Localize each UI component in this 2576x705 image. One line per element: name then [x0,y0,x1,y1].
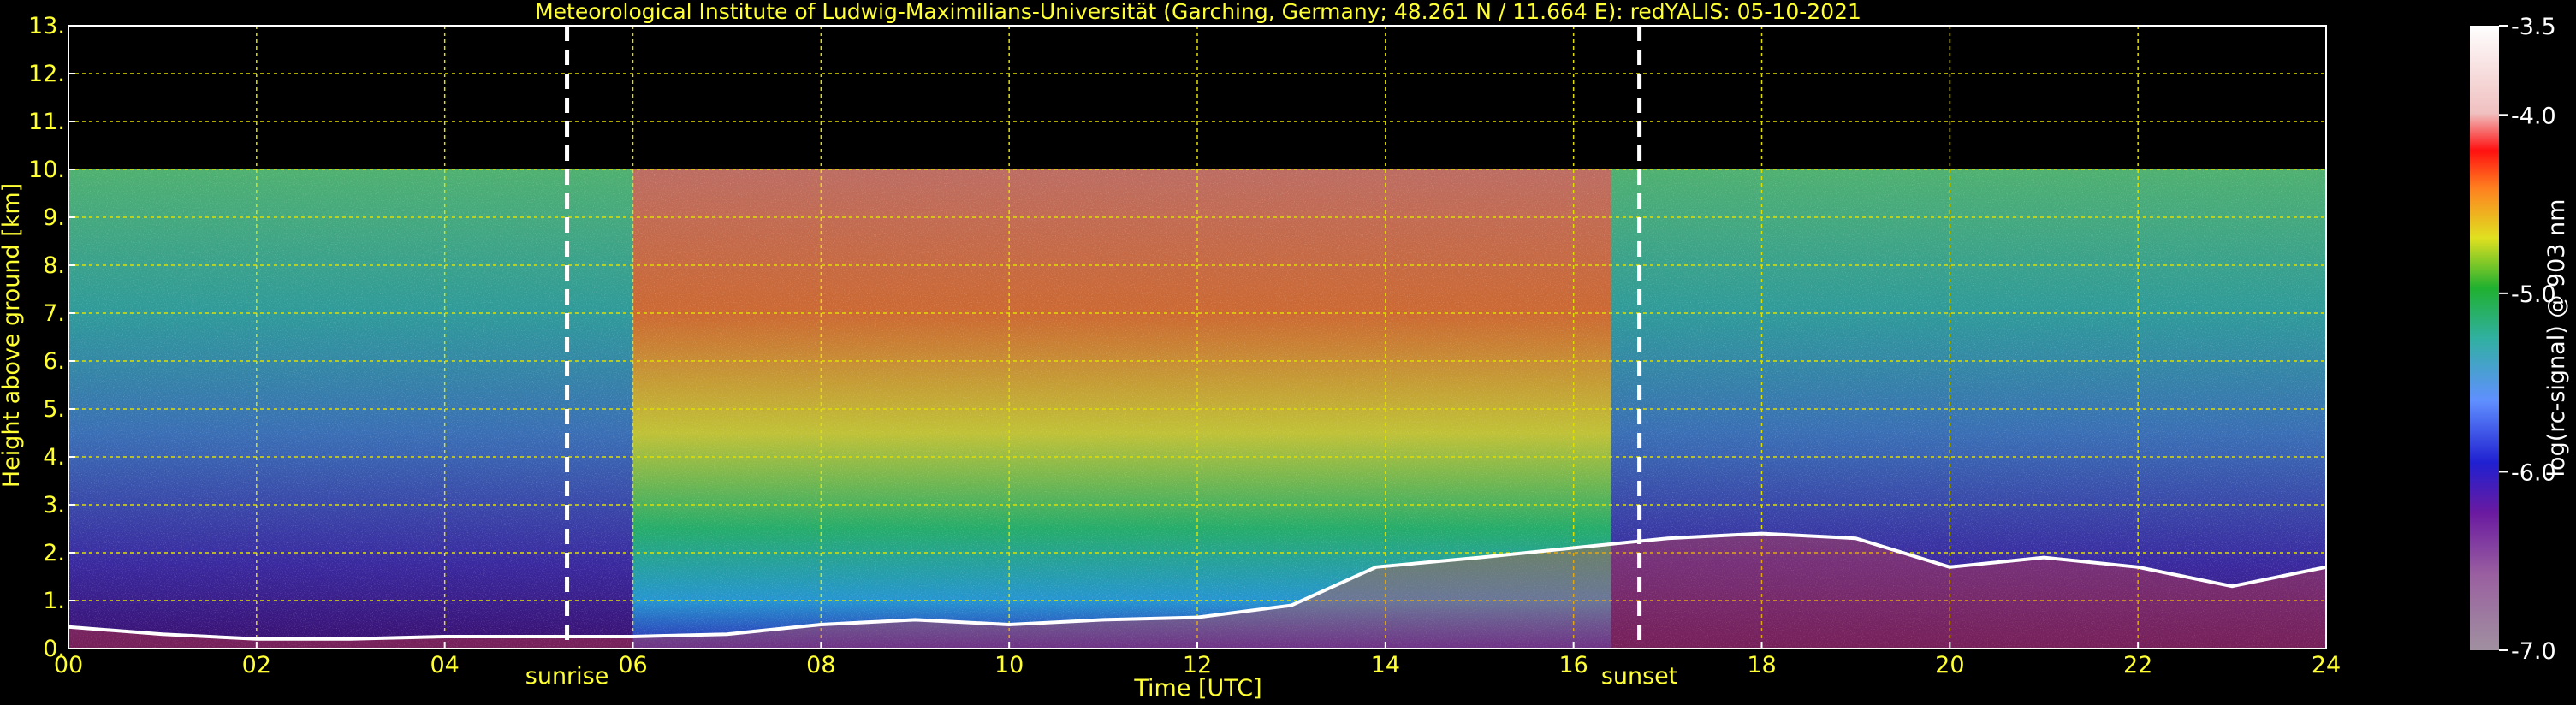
x-tick-label: 18 [1747,652,1776,678]
x-tick-label: 20 [1935,652,1964,678]
y-tick-label: 12. [28,61,65,87]
colorbar-tick-label: -7.0 [2511,638,2556,665]
x-tick-label: 06 [618,652,647,678]
x-axis-label: Time [UTC] [1133,675,1261,702]
colorbar: -3.5-4.0-5.0-6.0-7.0 log(rc-signal) @ 90… [2470,14,2570,665]
x-tick-label: 08 [806,652,835,678]
x-tick-label: 22 [2123,652,2152,678]
y-tick-label: 7. [43,300,65,327]
colorbar-tick-label: -4.0 [2511,103,2556,129]
x-tick-label: 04 [430,652,459,678]
x-tick-label: 24 [2312,652,2341,678]
colorbar-tick-label: -3.5 [2511,14,2556,40]
colorbar-label: log(rc-signal) @ 903 nm [2543,199,2570,477]
x-tick-label: 02 [242,652,271,678]
y-tick-label: 13. [28,13,65,39]
colorbar-gradient [2470,26,2499,650]
y-axis-label: Height above ground [km] [0,183,25,488]
chart-title: Meteorological Institute of Ludwig-Maxim… [535,0,1861,24]
y-tick-label: 5. [43,396,65,423]
y-tick-label: 11. [28,109,65,135]
lidar-quicklook: sunrise sunset 00 02 04 06 08 10 12 14 16 18 20 22 24… [0,0,2576,705]
y-tick-label: 3. [43,492,65,518]
chart-svg: sunrise sunset 00 02 04 06 08 10 12 14 16 18 20 22 24… [0,0,2570,702]
sunset-label: sunset [1601,663,1678,690]
x-tick-label: 10 [994,652,1024,678]
y-tick-label: 8. [43,252,65,279]
y-tick-label: 4. [43,444,65,471]
y-tick-label: 2. [43,540,65,566]
y-tick-label: 6. [43,348,65,375]
y-tick-label: 9. [43,204,65,231]
y-tick-label: 10. [28,157,65,183]
x-tick-label: 16 [1558,652,1588,678]
y-tick-label: 1. [43,588,65,614]
sunrise-label: sunrise [525,663,609,690]
x-tick-label: 14 [1371,652,1400,678]
y-tick-label: 0. [43,636,65,662]
